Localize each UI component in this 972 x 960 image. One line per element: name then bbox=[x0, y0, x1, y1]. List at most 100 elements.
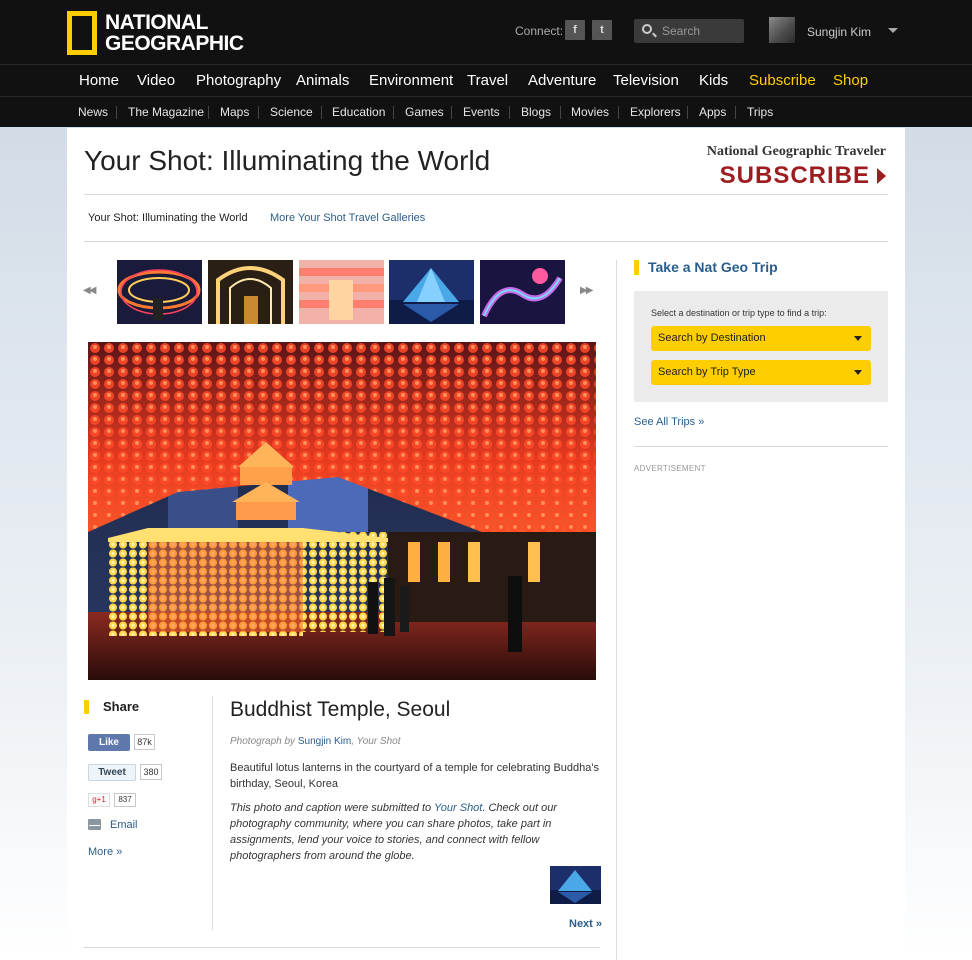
credit-prefix: Photograph by bbox=[230, 736, 296, 747]
gallery-thumbnail[interactable] bbox=[389, 260, 474, 324]
trip-type-select[interactable]: Search by Trip Type bbox=[651, 360, 871, 385]
divider bbox=[116, 106, 117, 119]
destination-select-label: Search by Destination bbox=[658, 332, 766, 344]
last-thumb-icon[interactable]: ▶▶ bbox=[580, 285, 593, 296]
more-share-link[interactable]: More » bbox=[88, 846, 122, 858]
like-count: 87k bbox=[134, 734, 155, 750]
search-box bbox=[634, 19, 744, 43]
natgeo-logo[interactable]: NATIONAL GEOGRAPHIC bbox=[67, 11, 244, 55]
trip-heading: Take a Nat Geo Trip bbox=[634, 260, 778, 275]
google-plus-button[interactable]: g+1 bbox=[88, 793, 110, 807]
nav-shop[interactable]: Shop bbox=[833, 72, 868, 89]
chevron-down-icon bbox=[854, 370, 862, 375]
nav-travel[interactable]: Travel bbox=[467, 72, 508, 89]
yellow-border-logo-icon bbox=[67, 11, 97, 55]
subscribe-promo[interactable]: SUBSCRIBE bbox=[720, 162, 886, 190]
subnav-science[interactable]: Science bbox=[270, 105, 313, 119]
subscribe-label: SUBSCRIBE bbox=[719, 162, 870, 189]
nav-television[interactable]: Television bbox=[613, 72, 679, 89]
content-area: Your Shot: Illuminating the World Nation… bbox=[67, 128, 905, 960]
credit-suffix: , Your Shot bbox=[351, 736, 401, 747]
gplus-count: 837 bbox=[114, 793, 136, 807]
subnav-maps[interactable]: Maps bbox=[220, 105, 249, 119]
divider bbox=[212, 696, 213, 930]
breadcrumb-current: Your Shot: Illuminating the World bbox=[88, 212, 248, 224]
facebook-icon[interactable]: f bbox=[565, 20, 585, 40]
advertisement-label: ADVERTISEMENT bbox=[634, 464, 706, 473]
subnav-education[interactable]: Education bbox=[332, 105, 385, 119]
subnav-events[interactable]: Events bbox=[463, 105, 500, 119]
gallery-thumbnail[interactable] bbox=[299, 260, 384, 324]
credit-author-link[interactable]: Sungjin Kim bbox=[298, 736, 351, 747]
search-input[interactable] bbox=[662, 22, 740, 40]
divider bbox=[393, 106, 394, 119]
gallery-thumbnail[interactable] bbox=[208, 260, 293, 324]
submission-note: This photo and caption were submitted to… bbox=[230, 800, 605, 864]
connect-label: Connect: bbox=[515, 24, 564, 38]
top-bar: NATIONALGEOGRAPHIC Connect: f t Sungjin … bbox=[0, 0, 972, 64]
divider bbox=[735, 106, 736, 119]
search-icon[interactable] bbox=[642, 24, 652, 34]
share-heading: Share bbox=[84, 700, 139, 714]
nav-environment[interactable]: Environment bbox=[369, 72, 453, 89]
subnav-apps[interactable]: Apps bbox=[699, 105, 726, 119]
page-title: Your Shot: Illuminating the World bbox=[84, 145, 491, 176]
photo-credit: Photograph by Sungjin Kim, Your Shot bbox=[230, 736, 401, 747]
tweet-button[interactable]: Tweet bbox=[88, 764, 136, 781]
email-icon[interactable] bbox=[88, 819, 101, 830]
nav-subscribe[interactable]: Subscribe bbox=[749, 72, 816, 89]
sub-nav: News The Magazine Maps Science Education… bbox=[0, 96, 972, 127]
main-photo-lanterns bbox=[88, 342, 596, 680]
email-link[interactable]: Email bbox=[110, 819, 138, 831]
nav-home[interactable]: Home bbox=[79, 72, 119, 89]
nav-video[interactable]: Video bbox=[137, 72, 175, 89]
divider bbox=[509, 106, 510, 119]
traveler-brand[interactable]: National Geographic Traveler bbox=[707, 144, 886, 160]
main-nav: Home Video Photography Animals Environme… bbox=[0, 64, 972, 96]
breadcrumb-galleries-link[interactable]: More Your Shot Travel Galleries bbox=[270, 212, 425, 224]
divider bbox=[321, 106, 322, 119]
tweet-count: 380 bbox=[140, 764, 162, 780]
divider bbox=[618, 106, 619, 119]
destination-select[interactable]: Search by Destination bbox=[651, 326, 871, 351]
gallery-thumbnail[interactable] bbox=[117, 260, 202, 324]
divider bbox=[84, 947, 600, 948]
trip-prompt: Select a destination or trip type to fin… bbox=[651, 308, 827, 318]
facebook-like-button[interactable]: Like bbox=[88, 734, 130, 751]
subnav-news[interactable]: News bbox=[78, 105, 108, 119]
divider bbox=[616, 260, 617, 960]
subnav-explorers[interactable]: Explorers bbox=[630, 105, 681, 119]
divider bbox=[560, 106, 561, 119]
subnav-magazine[interactable]: The Magazine bbox=[128, 105, 204, 119]
nav-kids[interactable]: Kids bbox=[699, 72, 728, 89]
divider bbox=[84, 241, 888, 242]
submission-prefix: This photo and caption were submitted to bbox=[230, 802, 432, 814]
chevron-down-icon bbox=[854, 336, 862, 341]
divider bbox=[208, 106, 209, 119]
nav-adventure[interactable]: Adventure bbox=[528, 72, 596, 89]
twitter-icon[interactable]: t bbox=[592, 20, 612, 40]
subnav-blogs[interactable]: Blogs bbox=[521, 105, 551, 119]
user-name[interactable]: Sungjin Kim bbox=[807, 25, 871, 39]
avatar[interactable] bbox=[769, 17, 795, 43]
photo-title: Buddhist Temple, Seoul bbox=[230, 698, 451, 721]
nav-animals[interactable]: Animals bbox=[296, 72, 349, 89]
gallery-thumbnail[interactable] bbox=[480, 260, 565, 324]
photo-caption: Beautiful lotus lanterns in the courtyar… bbox=[230, 762, 599, 790]
trip-finder: Select a destination or trip type to fin… bbox=[634, 291, 888, 402]
first-thumb-icon[interactable]: ◀◀ bbox=[83, 285, 96, 296]
nav-photography[interactable]: Photography bbox=[196, 72, 281, 89]
subnav-movies[interactable]: Movies bbox=[571, 105, 609, 119]
subnav-games[interactable]: Games bbox=[405, 105, 444, 119]
next-photo-thumbnail[interactable] bbox=[550, 866, 601, 904]
trip-type-select-label: Search by Trip Type bbox=[658, 366, 756, 378]
logo-text: NATIONAL GEOGRAPHIC bbox=[105, 11, 244, 55]
next-link[interactable]: Next » bbox=[569, 918, 602, 930]
divider bbox=[687, 106, 688, 119]
see-all-trips-link[interactable]: See All Trips » bbox=[634, 416, 704, 428]
chevron-down-icon[interactable] bbox=[888, 28, 898, 33]
divider bbox=[451, 106, 452, 119]
subnav-trips[interactable]: Trips bbox=[747, 105, 773, 119]
divider bbox=[634, 446, 888, 447]
your-shot-link[interactable]: Your Shot bbox=[434, 802, 482, 814]
